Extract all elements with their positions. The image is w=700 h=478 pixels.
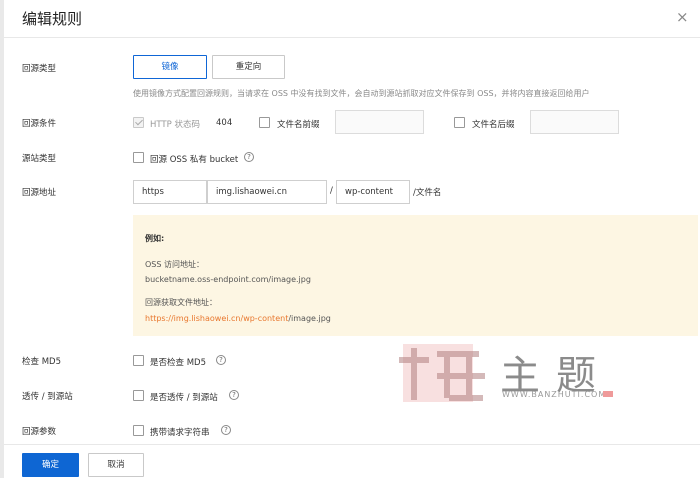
dialog-title: 编辑规则 bbox=[22, 10, 83, 28]
http-status-checkbox[interactable] bbox=[133, 117, 144, 128]
origin-params-label: 回源参数 bbox=[22, 427, 57, 437]
footer-divider bbox=[4, 444, 700, 445]
suffix-checkbox[interactable] bbox=[454, 117, 465, 128]
help-icon[interactable]: ? bbox=[244, 152, 254, 162]
passthrough-label: 透传 / 到源站 bbox=[22, 392, 73, 402]
origin-type-label: 回源类型 bbox=[22, 64, 57, 74]
suffix-label: 文件名后缀 bbox=[472, 120, 515, 130]
origin-site-type-label: 源站类型 bbox=[22, 154, 57, 164]
http-status-value: 404 bbox=[216, 118, 233, 128]
fetch-url-tail: /image.jpg bbox=[288, 314, 331, 323]
domain-input[interactable]: img.lishaowei.cn bbox=[207, 180, 327, 204]
origin-type-hint: 使用镜像方式配置回源规则，当请求在 OSS 中没有找到文件，会自动到源站抓取对应… bbox=[133, 89, 590, 98]
query-string-option: 携带请求字符串 bbox=[150, 428, 210, 438]
watermark-url: WWW.BANZHUTI.COM bbox=[502, 390, 607, 399]
private-bucket-checkbox[interactable] bbox=[133, 152, 144, 163]
check-md5-checkbox[interactable] bbox=[133, 355, 144, 366]
example-heading: 例如: bbox=[145, 234, 165, 243]
fetch-url-highlight: https://img.lishaowei.cn/wp-content bbox=[145, 314, 289, 323]
oss-url-label: OSS 访问地址： bbox=[145, 260, 204, 269]
origin-condition-label: 回源条件 bbox=[22, 119, 57, 129]
oss-url: bucketname.oss-endpoint.com/image.jpg bbox=[145, 275, 311, 284]
passthrough-checkbox[interactable] bbox=[133, 390, 144, 401]
prefix-label: 文件名前缀 bbox=[277, 120, 320, 130]
header-divider bbox=[4, 37, 700, 38]
help-icon[interactable]: ? bbox=[229, 390, 239, 400]
http-status-label: HTTP 状态码 bbox=[150, 120, 200, 130]
prefix-input[interactable] bbox=[335, 110, 424, 134]
query-string-checkbox[interactable] bbox=[133, 425, 144, 436]
watermark-dot bbox=[603, 391, 613, 397]
path-separator: / bbox=[330, 186, 333, 196]
passthrough-option: 是否透传 / 到源站 bbox=[150, 393, 218, 403]
origin-address-label: 回源地址 bbox=[22, 188, 57, 198]
filename-suffix: /文件名 bbox=[413, 188, 442, 198]
watermark-logo bbox=[399, 344, 485, 402]
fetch-url: https://img.lishaowei.cn/wp-content/imag… bbox=[145, 314, 331, 323]
close-icon[interactable]: × bbox=[676, 8, 689, 26]
cancel-button[interactable]: 取消 bbox=[88, 453, 144, 477]
check-md5-label: 检查 MD5 bbox=[22, 357, 61, 367]
prefix-checkbox[interactable] bbox=[259, 117, 270, 128]
backdrop-edge bbox=[0, 0, 4, 478]
path-input[interactable]: wp-content bbox=[336, 180, 410, 204]
confirm-button[interactable]: 确定 bbox=[22, 453, 79, 477]
private-bucket-label: 回源 OSS 私有 bucket bbox=[150, 155, 239, 165]
help-icon[interactable]: ? bbox=[216, 355, 226, 365]
check-md5-option: 是否检查 MD5 bbox=[150, 358, 206, 368]
suffix-input[interactable] bbox=[530, 110, 619, 134]
protocol-select[interactable]: https bbox=[133, 180, 207, 204]
mirror-option-button[interactable]: 镜像 bbox=[133, 55, 207, 79]
redirect-option-button[interactable]: 重定向 bbox=[212, 55, 285, 79]
help-icon[interactable]: ? bbox=[221, 425, 231, 435]
example-box: 例如: OSS 访问地址： bucketname.oss-endpoint.co… bbox=[133, 215, 698, 336]
fetch-url-label: 回源获取文件地址： bbox=[145, 298, 217, 307]
